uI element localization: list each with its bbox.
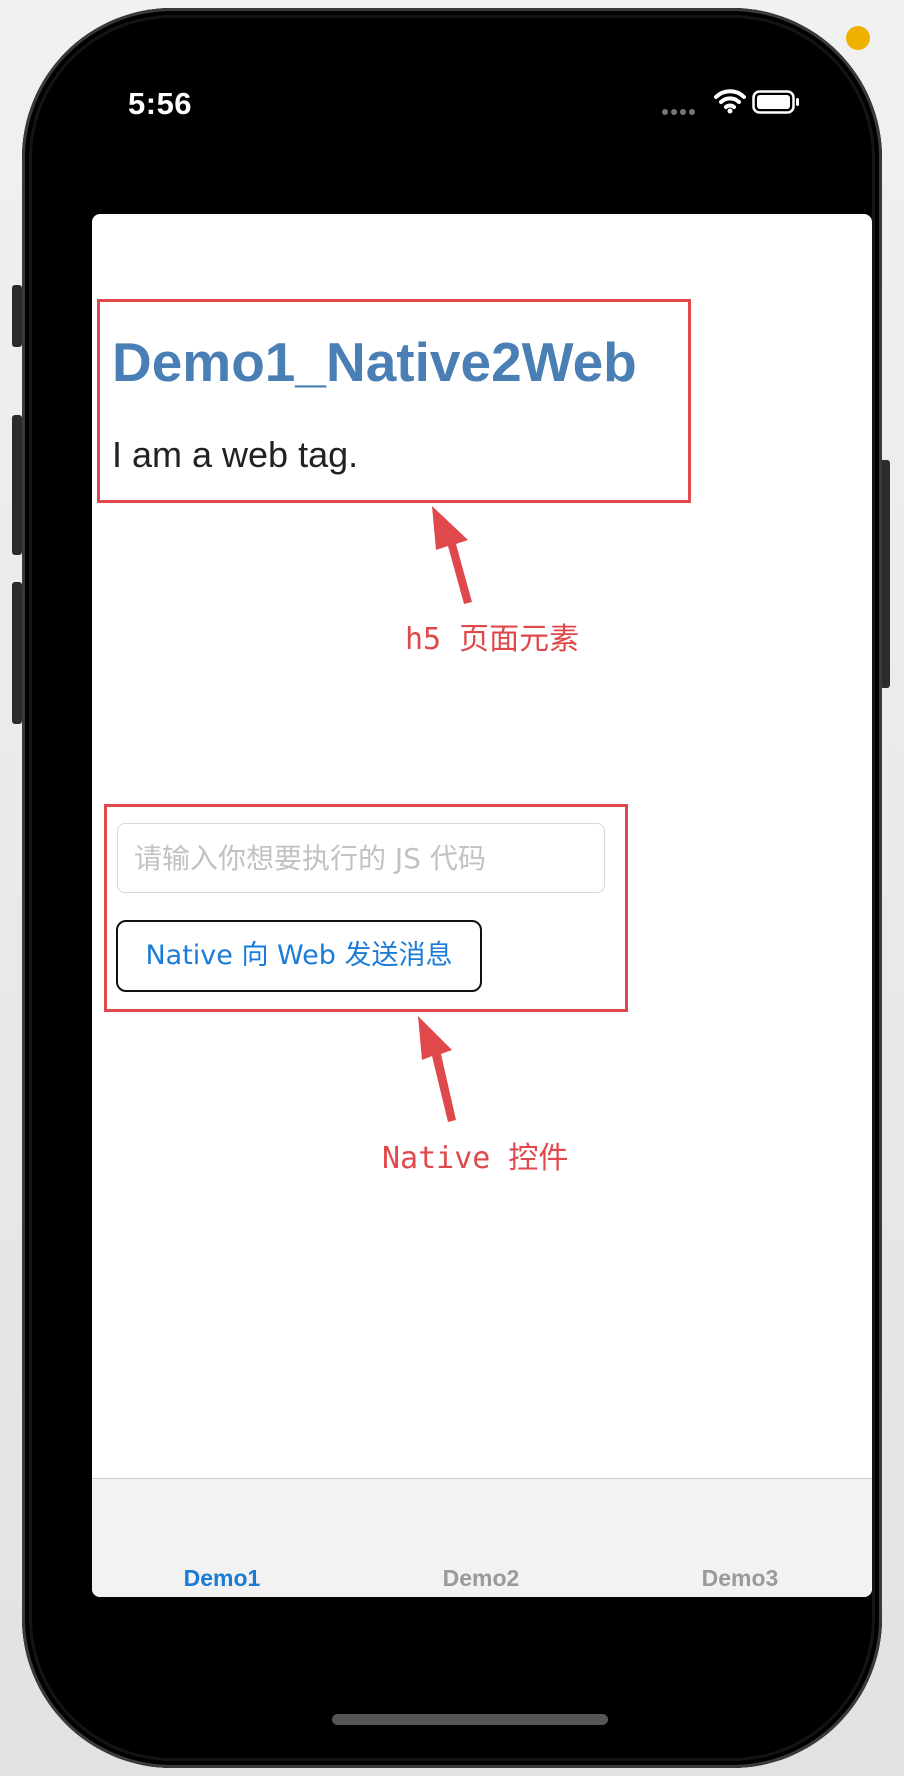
home-indicator[interactable] <box>332 1714 608 1725</box>
tab-demo1[interactable]: Demo1 <box>142 1565 302 1592</box>
web-paragraph: I am a web tag. <box>112 434 359 475</box>
tab-demo2[interactable]: Demo2 <box>401 1565 561 1592</box>
simulator-stage: 5:56 Demo1_Native2Web I am a web tag. h5… <box>0 0 904 1776</box>
volume-up-button <box>12 415 22 555</box>
tab-demo3[interactable]: Demo3 <box>660 1565 820 1592</box>
phone-screen: 5:56 Demo1_Native2Web I am a web tag. h5… <box>32 18 872 1758</box>
web-page-title: Demo1_Native2Web <box>112 331 637 393</box>
arrow-up-icon <box>432 506 472 604</box>
wifi-icon <box>714 89 746 114</box>
signal-dots-icon <box>662 102 698 120</box>
notification-dot-icon <box>846 26 870 50</box>
arrow-up-icon <box>418 1016 456 1122</box>
h5-annotation-label: h5 页面元素 <box>405 622 580 657</box>
app-content: Demo1_Native2Web I am a web tag. h5 页面元素… <box>92 214 872 1597</box>
status-icons <box>662 88 802 118</box>
status-time: 5:56 <box>128 86 193 121</box>
js-code-input[interactable] <box>117 823 605 893</box>
volume-down-button <box>12 582 22 724</box>
mute-switch <box>12 285 22 347</box>
phone-frame: 5:56 Demo1_Native2Web I am a web tag. h5… <box>22 8 882 1768</box>
native-annotation-label: Native 控件 <box>382 1141 569 1176</box>
battery-icon <box>752 90 799 114</box>
tab-bar: Demo1 Demo2 Demo3 <box>92 1478 872 1597</box>
send-message-button[interactable]: Native 向 Web 发送消息 <box>116 920 482 992</box>
